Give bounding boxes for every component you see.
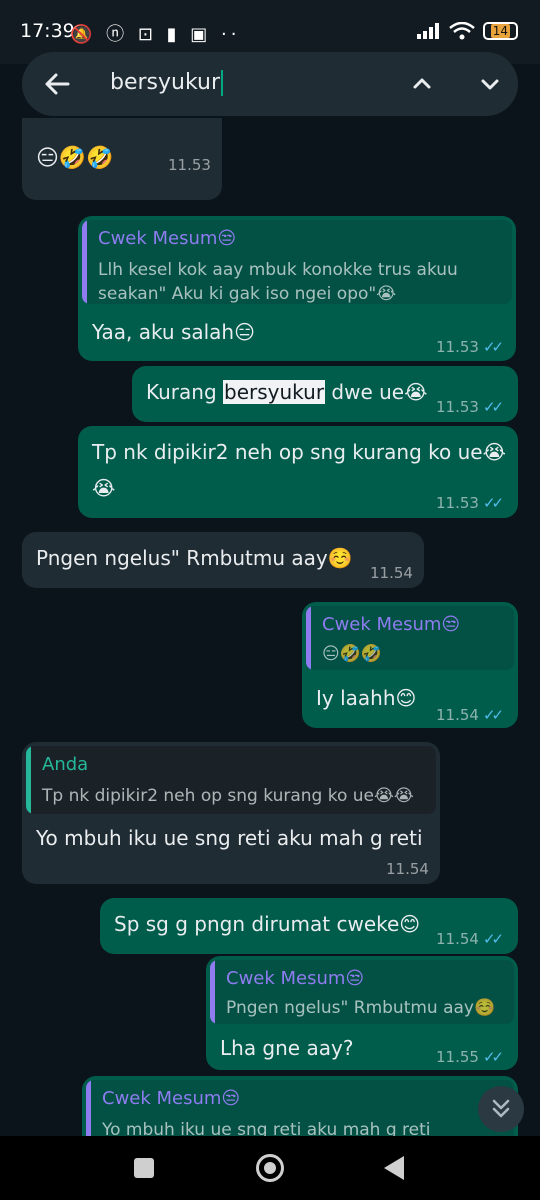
message-time: 11.54 ✓✓ bbox=[436, 930, 504, 948]
quote-text-line: 😑🤣🤣 bbox=[322, 644, 383, 664]
message-time: 11.53 ✓✓ bbox=[436, 338, 504, 356]
read-receipt-icon: ✓✓ bbox=[482, 930, 504, 948]
quoted-message[interactable]: Cwek Mesum😒 Pngen ngelus" Rmbutmu aay☺️ bbox=[210, 960, 514, 1024]
quote-text-line: Yo mbuh iku ue sng reti aku mah g reti bbox=[102, 1120, 431, 1136]
search-bar: bersyukur bbox=[22, 52, 518, 116]
quoted-message[interactable]: Cwek Mesum😒 😑🤣🤣 bbox=[306, 606, 514, 670]
quote-author: Anda bbox=[42, 754, 89, 775]
scroll-to-bottom-button[interactable] bbox=[478, 1086, 524, 1132]
system-nav-bar bbox=[0, 1136, 540, 1200]
quote-author: Cwek Mesum😒 bbox=[98, 228, 237, 249]
message-time: 11.55 ✓✓ bbox=[436, 1048, 504, 1066]
battery-icon: 14 bbox=[482, 22, 518, 40]
message-text: Yaa, aku salah😑 bbox=[92, 320, 255, 344]
message-text: 😑🤣🤣 bbox=[36, 146, 114, 171]
message-bubble-outgoing[interactable]: Tp nk dipikir2 neh op sng kurang ko ue😭 … bbox=[78, 426, 518, 518]
message-time: 11.54 bbox=[370, 564, 413, 582]
quote-text-line: Llh kesel kok aay mbuk konokke trus akuu bbox=[98, 260, 458, 280]
message-time: 11.53 ✓✓ bbox=[436, 398, 504, 416]
message-text: Kurang bersyukur dwe ue😭 bbox=[146, 380, 428, 404]
quoted-message[interactable]: Anda Tp nk dipikir2 neh op sng kurang ko… bbox=[26, 746, 436, 814]
message-bubble-incoming[interactable]: Anda Tp nk dipikir2 neh op sng kurang ko… bbox=[22, 742, 440, 884]
read-receipt-icon: ✓✓ bbox=[482, 706, 504, 724]
message-time: 11.53 ✓✓ bbox=[436, 494, 504, 512]
quote-text-line: Pngen ngelus" Rmbutmu aay☺️ bbox=[226, 998, 496, 1018]
message-text-line: 😭 bbox=[92, 476, 116, 500]
message-bubble-outgoing[interactable]: Cwek Mesum😒 😑🤣🤣 Iy laahh😊 11.54 ✓✓ bbox=[302, 602, 518, 728]
chat-area[interactable]: 😑🤣🤣 11.53 Cwek Mesum😒 Llh kesel kok aay … bbox=[0, 118, 540, 1136]
message-bubble-outgoing[interactable]: Sp sg g pngn dirumat cweke😊 11.54 ✓✓ bbox=[100, 898, 518, 954]
read-receipt-icon: ✓✓ bbox=[482, 398, 504, 416]
message-text: Iy laahh😊 bbox=[316, 686, 417, 710]
chevron-up-icon[interactable] bbox=[406, 68, 438, 100]
quote-author: Cwek Mesum😒 bbox=[102, 1088, 241, 1109]
message-text: Yo mbuh iku ue sng reti aku mah g reti bbox=[36, 826, 423, 850]
back-icon[interactable] bbox=[384, 1156, 404, 1180]
quote-author: Cwek Mesum😒 bbox=[322, 614, 461, 635]
read-receipt-icon: ✓✓ bbox=[482, 338, 504, 356]
notification-icons: 🔕 ⓝ ⊡ ▮ ▣ ·· bbox=[70, 24, 241, 45]
message-bubble-outgoing[interactable]: Kurang bersyukur dwe ue😭 11.53 ✓✓ bbox=[132, 366, 518, 422]
chevron-down-icon[interactable] bbox=[474, 68, 506, 100]
message-text: Lha gne aay? bbox=[220, 1036, 354, 1060]
quoted-message[interactable]: Cwek Mesum😒 Llh kesel kok aay mbuk konok… bbox=[82, 220, 512, 304]
message-text: Sp sg g pngn dirumat cweke😊 bbox=[114, 912, 421, 936]
recent-apps-icon[interactable] bbox=[134, 1158, 154, 1178]
quote-author: Cwek Mesum😒 bbox=[226, 968, 365, 989]
read-receipt-icon: ✓✓ bbox=[482, 494, 504, 512]
message-bubble-incoming[interactable]: 😑🤣🤣 11.53 bbox=[22, 118, 222, 200]
status-time: 17:39 bbox=[20, 20, 75, 42]
status-icons-right: 14 bbox=[416, 22, 518, 40]
home-icon[interactable] bbox=[256, 1154, 284, 1182]
message-time: 11.54 bbox=[386, 860, 429, 878]
quote-text-line: Tp nk dipikir2 neh op sng kurang ko ue😭😭 bbox=[42, 786, 414, 806]
message-bubble-outgoing[interactable]: Cwek Mesum😒 Yo mbuh iku ue sng reti aku … bbox=[82, 1076, 518, 1136]
double-chevron-down-icon bbox=[492, 1099, 510, 1118]
search-input[interactable]: bersyukur bbox=[110, 70, 224, 96]
message-text: Pngen ngelus" Rmbutmu aay☺️ bbox=[36, 546, 353, 570]
quoted-message[interactable]: Cwek Mesum😒 Yo mbuh iku ue sng reti aku … bbox=[86, 1080, 514, 1136]
back-arrow-icon[interactable] bbox=[42, 66, 72, 102]
quote-text-line: seakan" Aku ki gak iso ngei opo"😭 bbox=[98, 284, 397, 304]
message-time: 11.53 bbox=[168, 156, 211, 174]
signal-icon bbox=[416, 23, 439, 39]
message-time: 11.54 ✓✓ bbox=[436, 706, 504, 724]
read-receipt-icon: ✓✓ bbox=[482, 1048, 504, 1066]
message-bubble-outgoing[interactable]: Cwek Mesum😒 Pngen ngelus" Rmbutmu aay☺️ … bbox=[206, 956, 518, 1070]
message-bubble-outgoing[interactable]: Cwek Mesum😒 Llh kesel kok aay mbuk konok… bbox=[78, 216, 516, 361]
message-bubble-incoming[interactable]: Pngen ngelus" Rmbutmu aay☺️ 11.54 bbox=[22, 532, 424, 588]
message-text-line: Tp nk dipikir2 neh op sng kurang ko ue😭 bbox=[92, 440, 506, 464]
wifi-icon bbox=[448, 22, 475, 40]
search-highlight: bersyukur bbox=[223, 380, 326, 404]
